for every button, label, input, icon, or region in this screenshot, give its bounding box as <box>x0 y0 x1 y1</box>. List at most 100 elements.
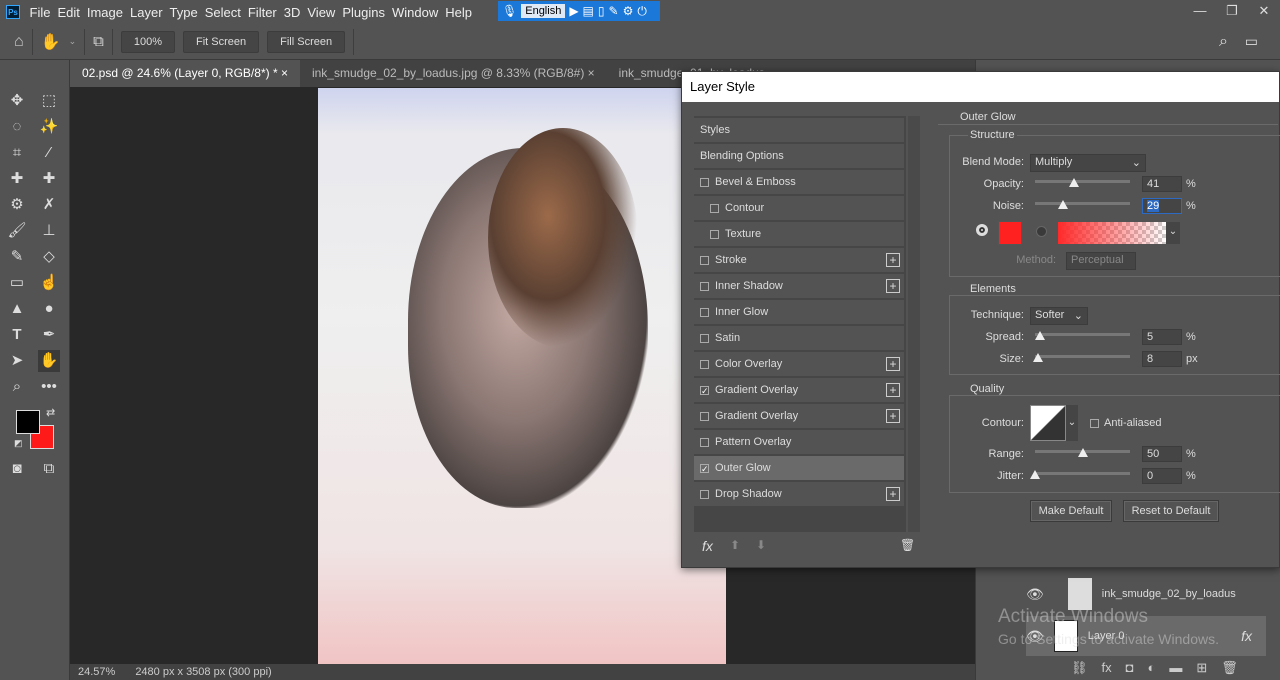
styles-scrollbar[interactable] <box>908 116 920 532</box>
history-brush-icon[interactable]: ✎ <box>6 246 28 268</box>
add-style-icon[interactable]: + <box>886 357 900 371</box>
style-item-color-overlay[interactable]: Color Overlay + <box>694 352 904 377</box>
menu-window[interactable]: Window <box>388 5 441 20</box>
make-default-button[interactable]: Make Default <box>1030 500 1112 522</box>
search-icon[interactable]: ⌕ <box>1219 33 1228 51</box>
slider-knob[interactable] <box>1034 331 1045 340</box>
add-style-icon[interactable]: + <box>886 279 900 293</box>
menu-layer[interactable]: Layer <box>127 5 167 20</box>
eyedropper-icon[interactable]: ⁄ <box>38 142 60 164</box>
patch-icon[interactable]: ✚ <box>38 168 60 190</box>
style-item-stroke[interactable]: Stroke + <box>694 248 904 273</box>
close-tab-icon[interactable]: × <box>588 66 595 80</box>
close-icon[interactable]: ✕ <box>1248 0 1280 22</box>
menu-filter[interactable]: Filter <box>244 5 280 20</box>
zoom-tool-icon[interactable]: ⌕ <box>6 376 28 398</box>
new-layer-icon[interactable]: ⊞ <box>1196 660 1207 676</box>
tab-02-psd[interactable]: 02.psd @ 24.6% (Layer 0, RGB/8*) * × <box>70 60 300 87</box>
tab-ink-smudge-02[interactable]: ink_smudge_02_by_loadus.jpg @ 8.33% (RGB… <box>300 60 607 87</box>
home-icon[interactable]: ⌂ <box>14 33 24 51</box>
sharpen-tool-icon[interactable]: ▲ <box>6 298 28 320</box>
content-aware-move-icon[interactable]: ✗ <box>38 194 60 216</box>
adjustment-icon[interactable]: ◐ <box>1148 660 1156 676</box>
style-item-styles[interactable]: Styles <box>694 118 904 143</box>
gradient-preview[interactable] <box>1058 222 1166 244</box>
size-input[interactable]: 8 <box>1142 351 1182 367</box>
style-checkbox[interactable] <box>700 281 709 291</box>
healing-brush-icon[interactable]: ✚ <box>6 168 28 190</box>
quick-mask-icon[interactable]: ◙ <box>6 458 28 480</box>
style-checkbox[interactable] <box>700 333 709 343</box>
content-aware-icon[interactable]: ⚙ <box>6 194 28 216</box>
jitter-input[interactable]: 0 <box>1142 468 1182 484</box>
move-up-icon[interactable]: ⬆ <box>730 538 740 552</box>
add-style-icon[interactable]: + <box>886 409 900 423</box>
style-item-outer-glow[interactable]: ✓ Outer Glow <box>694 456 904 481</box>
size-slider[interactable] <box>1033 353 1130 362</box>
slider-knob[interactable] <box>1077 448 1088 457</box>
chevron-down-icon[interactable]: ⌄ <box>69 36 77 47</box>
slider-knob[interactable] <box>1068 178 1079 187</box>
fill-screen-button[interactable]: Fill Screen <box>267 30 346 53</box>
mask-icon[interactable]: ◘ <box>1126 660 1134 676</box>
default-colors-icon[interactable]: ◩ <box>14 438 23 449</box>
menu-type[interactable]: Type <box>166 5 201 20</box>
path-selection-icon[interactable]: ➤ <box>6 350 28 372</box>
style-item-drop-shadow[interactable]: Drop Shadow + <box>694 482 904 507</box>
style-item-inner-glow[interactable]: Inner Glow <box>694 300 904 325</box>
style-checkbox[interactable] <box>700 359 709 369</box>
close-tab-icon[interactable]: × <box>281 66 288 80</box>
link-icon[interactable]: ⛓ <box>1071 660 1088 676</box>
marquee-tool-icon[interactable]: ⬚ <box>38 90 60 112</box>
brush-tool-icon[interactable]: 🖌 <box>6 220 28 242</box>
style-checkbox[interactable]: ✓ <box>700 463 709 473</box>
blend-mode-select[interactable]: Multiply ⌄ <box>1030 154 1146 172</box>
slider-knob[interactable] <box>1030 470 1040 479</box>
gradient-dropdown-icon[interactable]: ⌄ <box>1166 222 1180 244</box>
slider-knob[interactable] <box>1057 200 1068 209</box>
style-checkbox[interactable] <box>700 437 709 447</box>
magic-wand-icon[interactable]: ✨ <box>38 116 60 138</box>
play-icon[interactable]: ▶ <box>569 4 578 18</box>
move-tool-icon[interactable]: ✥ <box>6 90 28 112</box>
noise-input[interactable]: 29 <box>1142 198 1182 214</box>
anti-aliased-checkbox[interactable] <box>1090 419 1099 428</box>
mouse-icon[interactable]: ▯ <box>598 4 605 18</box>
edit-icon[interactable]: ✎ <box>609 4 619 18</box>
zoom-100-button[interactable]: 100% <box>120 30 175 53</box>
style-checkbox[interactable] <box>710 229 719 239</box>
visibility-eye-icon[interactable]: 👁 <box>1026 586 1044 603</box>
add-style-icon[interactable]: + <box>886 383 900 397</box>
hand-tool-icon[interactable]: ✋ <box>41 32 61 52</box>
document-icon[interactable]: ▤ <box>583 4 594 18</box>
fx-menu-icon[interactable]: fx <box>702 538 713 554</box>
technique-select[interactable]: Softer ⌄ <box>1030 307 1088 325</box>
contour-dropdown-icon[interactable]: ⌄ <box>1066 405 1078 441</box>
eraser-tool-icon[interactable]: ◇ <box>38 246 60 268</box>
style-item-contour[interactable]: Contour <box>694 196 904 221</box>
style-item-bevel-emboss[interactable]: Bevel & Emboss <box>694 170 904 195</box>
restore-icon[interactable]: ❐ <box>1216 0 1248 22</box>
zoom-level[interactable]: 24.57% <box>78 666 115 678</box>
smudge-tool-icon[interactable]: ☝ <box>38 272 60 294</box>
style-item-texture[interactable]: Texture <box>694 222 904 247</box>
folder-icon[interactable]: ▬ <box>1169 660 1182 676</box>
style-item-blending-options[interactable]: Blending Options <box>694 144 904 169</box>
style-checkbox[interactable] <box>700 255 709 265</box>
microphone-icon[interactable]: 🎙 <box>502 4 517 18</box>
gradient-radio[interactable] <box>1036 226 1047 237</box>
fit-screen-button[interactable]: Fit Screen <box>183 30 260 53</box>
style-checkbox[interactable] <box>700 307 709 317</box>
style-item-gradient-overlay[interactable]: ✓ Gradient Overlay + <box>694 378 904 403</box>
slider-knob[interactable] <box>1033 353 1044 362</box>
add-style-icon[interactable]: + <box>886 487 900 501</box>
style-checkbox[interactable] <box>700 177 709 187</box>
menu-help[interactable]: Help <box>442 5 476 20</box>
move-down-icon[interactable]: ⬇ <box>756 538 766 552</box>
gear-icon[interactable]: ⚙ <box>623 4 634 18</box>
style-item-pattern-overlay[interactable]: Pattern Overlay <box>694 430 904 455</box>
foreground-color-swatch[interactable] <box>16 410 40 434</box>
spread-slider[interactable] <box>1034 331 1130 340</box>
glow-color-swatch[interactable] <box>998 221 1022 245</box>
opacity-slider[interactable] <box>1035 178 1130 187</box>
